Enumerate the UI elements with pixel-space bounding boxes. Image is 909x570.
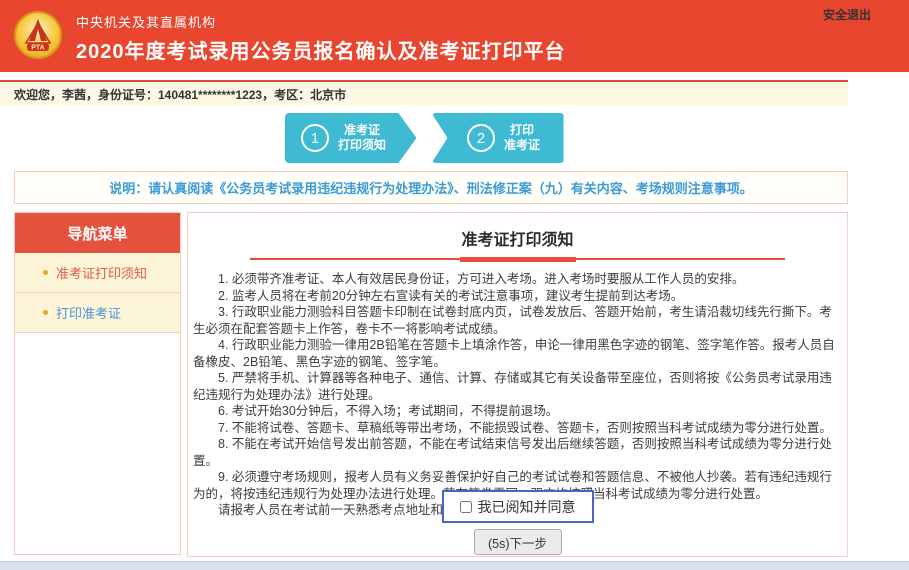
sidebar-item-print-notice[interactable]: 准考证打印须知 bbox=[15, 253, 180, 293]
step-2-label-line2: 准考证 bbox=[504, 138, 540, 152]
step-1-label: 准考证 打印须知 bbox=[338, 123, 386, 153]
header-text: 中央机关及其直属机构 2020年度考试录用公务员报名确认及准考证打印平台 bbox=[76, 12, 566, 64]
bullet-icon bbox=[43, 270, 48, 275]
notice-paragraph: 5. 严禁将手机、计算器等各种电子、通信、计算、存储或其它有关设备带至座位，否则… bbox=[193, 370, 842, 403]
notice-paragraph: 7. 不能将试卷、答题卡、草稿纸等带出考场，不能损毁试卷、答题卡，否则按照当科考… bbox=[193, 420, 842, 437]
next-step-button[interactable]: (5s)下一步 bbox=[474, 529, 562, 555]
agree-box[interactable]: 我已阅知并同意 bbox=[442, 490, 594, 523]
notice-paragraph: 8. 不能在考试开始信号发出前答题，不能在考试结束信号发出后继续答题，否则按照当… bbox=[193, 436, 842, 469]
step-1-print-notice: 1 准考证 打印须知 bbox=[285, 113, 417, 163]
notice-paragraph: 2. 监考人员将在考前20分钟左右宣读有关的考试注意事项，建议考生提前到达考场。 bbox=[193, 288, 842, 305]
app-header: PTA 中央机关及其直属机构 2020年度考试录用公务员报名确认及准考证打印平台 bbox=[0, 0, 909, 72]
main-content: 准考证打印须知 1. 必须带齐准考证、本人有效居民身份证，方可进入考场。进入考场… bbox=[187, 212, 848, 557]
bullet-icon bbox=[43, 310, 48, 315]
footer-strip bbox=[0, 561, 909, 570]
step-2-number: 2 bbox=[467, 124, 495, 152]
header-org: 中央机关及其直属机构 bbox=[76, 12, 566, 31]
step-2-label: 打印 准考证 bbox=[504, 123, 540, 153]
welcome-greeting: 欢迎您，李茜，身份证号：140481********1223，考区：北京市 bbox=[0, 86, 346, 103]
step-1-label-line1: 准考证 bbox=[344, 123, 380, 137]
notice-paragraphs: 1. 必须带齐准考证、本人有效居民身份证，方可进入考场。进入考场时要服从工作人员… bbox=[188, 271, 847, 519]
content-title: 准考证打印须知 bbox=[188, 226, 847, 250]
logout-link[interactable]: 安全退出 bbox=[823, 6, 871, 23]
notice-paragraph: 4. 行政职业能力测验一律用2B铅笔在答题卡上填涂作答，申论一律用黑色字迹的钢笔… bbox=[193, 337, 842, 370]
step-1-label-line2: 打印须知 bbox=[338, 138, 386, 152]
step-indicator: 1 准考证 打印须知 2 打印 准考证 bbox=[0, 113, 848, 163]
step-2-print-ticket: 2 打印 准考证 bbox=[432, 113, 564, 163]
step-2-label-line1: 打印 bbox=[510, 123, 534, 137]
sidebar-item-label: 打印准考证 bbox=[56, 303, 121, 322]
svg-text:PTA: PTA bbox=[31, 45, 44, 52]
agree-checkbox[interactable] bbox=[460, 501, 472, 513]
welcome-bar: 欢迎您，李茜，身份证号：140481********1223，考区：北京市 bbox=[0, 80, 848, 106]
page: PTA 中央机关及其直属机构 2020年度考试录用公务员报名确认及准考证打印平台… bbox=[0, 0, 909, 570]
pta-logo-icon: PTA bbox=[14, 11, 62, 59]
reading-notice: 说明：请认真阅读《公务员考试录用违纪违规行为处理办法》、刑法修正案（九）有关内容… bbox=[14, 171, 848, 204]
sidebar-nav: 导航菜单 准考证打印须知 打印准考证 bbox=[14, 212, 181, 555]
sidebar-item-label: 准考证打印须知 bbox=[56, 263, 147, 282]
page-title: 2020年度考试录用公务员报名确认及准考证打印平台 bbox=[76, 35, 566, 64]
notice-paragraph: 1. 必须带齐准考证、本人有效居民身份证，方可进入考场。进入考场时要服从工作人员… bbox=[193, 271, 842, 288]
notice-paragraph: 3. 行政职业能力测验科目答题卡印制在试卷封底内页，试卷发放后、答题开始前，考生… bbox=[193, 304, 842, 337]
agree-label[interactable]: 我已阅知并同意 bbox=[478, 497, 576, 517]
title-underline bbox=[250, 258, 785, 260]
step-1-number: 1 bbox=[301, 124, 329, 152]
notice-paragraph: 6. 考试开始30分钟后，不得入场；考试期间，不得提前退场。 bbox=[193, 403, 842, 420]
sidebar-title: 导航菜单 bbox=[15, 213, 180, 253]
sidebar-item-print-ticket[interactable]: 打印准考证 bbox=[15, 293, 180, 333]
